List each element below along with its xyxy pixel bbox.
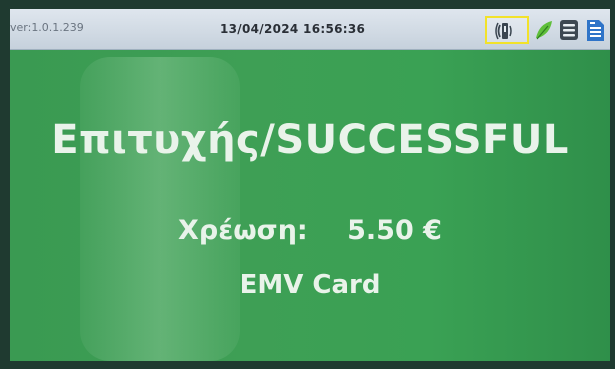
leaf-icon [533, 16, 555, 44]
terminal-frame: ver:1.0.1.239 13/04/2024 16:56:36 Επιτυχ… [0, 0, 615, 369]
card-type-label: EMV Card [239, 270, 381, 300]
screen-glare [80, 57, 240, 361]
success-title: Επιτυχής/SUCCESSFUL [51, 117, 569, 163]
status-bar: ver:1.0.1.239 13/04/2024 16:56:36 [10, 9, 610, 50]
sim-card-icon [584, 16, 606, 44]
terminal-screen: ver:1.0.1.239 13/04/2024 16:56:36 Επιτυχ… [10, 9, 610, 361]
datetime-label: 13/04/2024 16:56:36 [220, 22, 366, 36]
version-label: ver:1.0.1.239 [10, 21, 84, 34]
charge-amount: 5.50 € [347, 215, 442, 246]
charge-label: Χρέωση: [178, 215, 308, 246]
menu-icon[interactable] [558, 16, 580, 44]
contactless-card-reader-icon [485, 16, 529, 44]
charge-row: Χρέωση: 5.50 € [10, 215, 610, 246]
